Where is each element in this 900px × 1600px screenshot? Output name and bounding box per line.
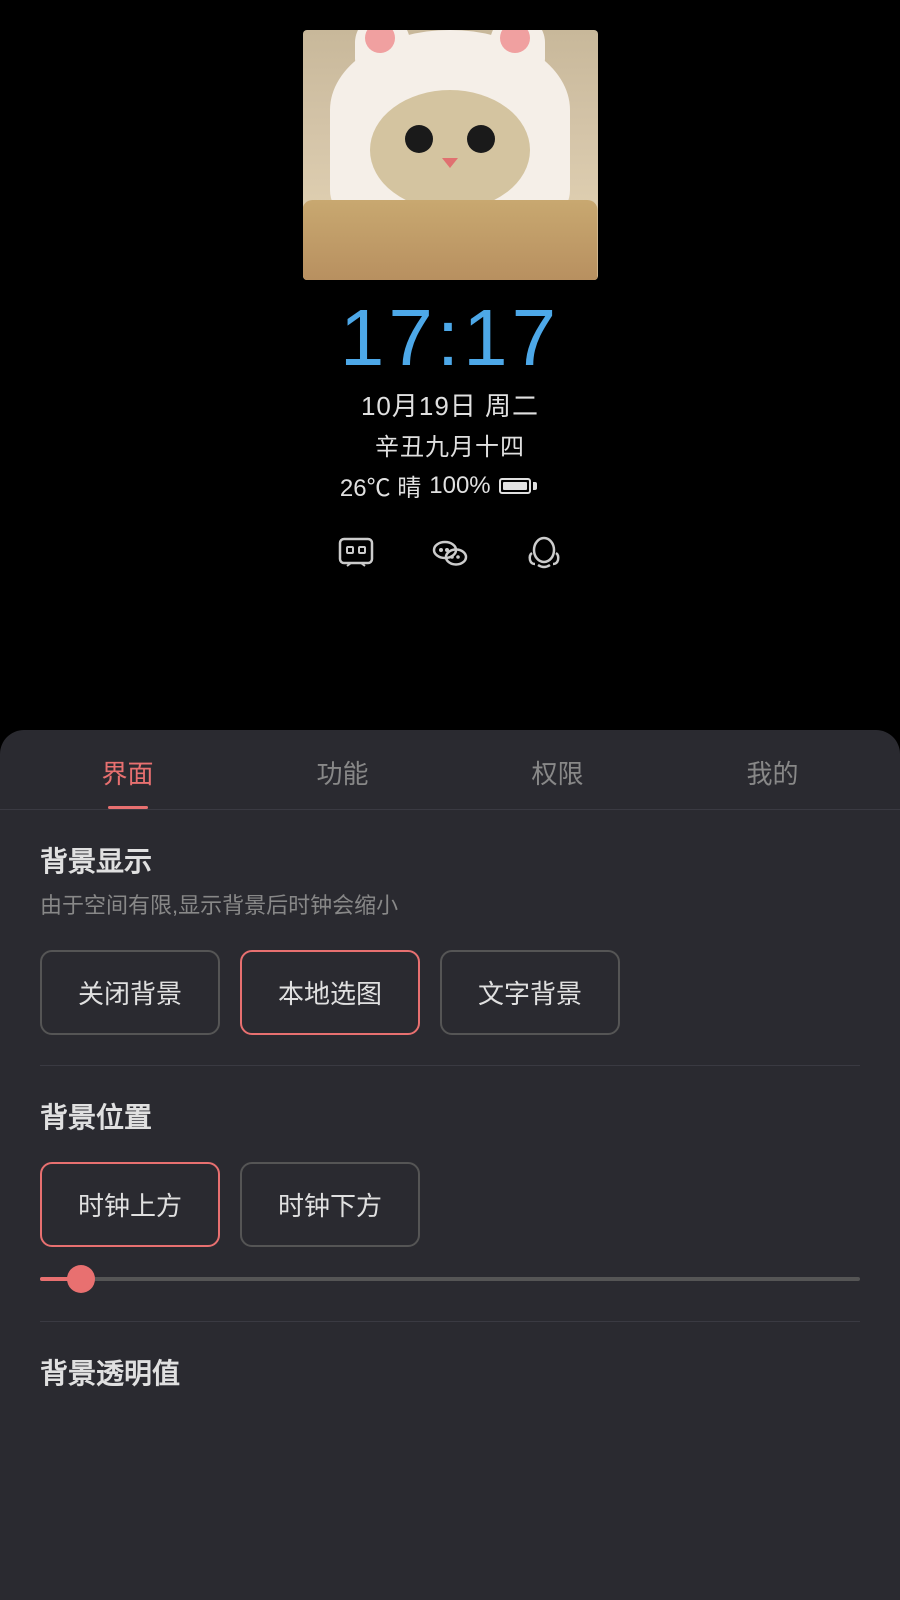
ear-inner-right <box>500 30 530 53</box>
bg-position-button-row: 时钟上方 时钟下方 <box>40 1162 860 1247</box>
cat-image-container <box>303 30 598 280</box>
bg-position-title: 背景位置 <box>40 1096 860 1136</box>
bg-position-section: 背景位置 时钟上方 时钟下方 <box>40 1096 860 1247</box>
bg-display-subtitle: 由于空间有限,显示背景后时钟会缩小 <box>40 888 860 920</box>
date-row1: 10月19日 周二 <box>340 386 560 423</box>
bg-display-title: 背景显示 <box>40 840 860 880</box>
cat-face <box>370 90 530 210</box>
bg-opacity-title: 背景透明值 <box>40 1352 860 1392</box>
tab-mine[interactable]: 我的 <box>665 754 880 809</box>
app-icons-row <box>334 531 566 575</box>
btn-local-img[interactable]: 本地选图 <box>240 950 420 1035</box>
cat-body <box>303 200 598 280</box>
wechat-icon <box>428 531 472 575</box>
divider-1 <box>40 1065 860 1066</box>
tab-permission[interactable]: 权限 <box>450 754 665 809</box>
weather-row: 26℃ 晴 100% <box>340 468 560 503</box>
phone-preview: 17:17 10月19日 周二 辛丑九月十四 26℃ 晴 100% <box>0 0 900 740</box>
cat-nose <box>442 158 458 168</box>
message-icon <box>334 531 378 575</box>
cat-image <box>303 30 598 280</box>
time-display: 17:17 10月19日 周二 辛丑九月十四 26℃ 晴 100% <box>340 298 560 503</box>
hood-ear-left <box>355 30 410 70</box>
btn-text-bg[interactable]: 文字背景 <box>440 950 620 1035</box>
divider-2 <box>40 1321 860 1322</box>
slider-track[interactable] <box>40 1277 860 1281</box>
cat-eye-right <box>467 125 495 153</box>
date-row2: 辛丑九月十四 <box>340 427 560 462</box>
battery-icon <box>499 478 537 494</box>
ear-inner-left <box>365 30 395 53</box>
qq-icon <box>522 531 566 575</box>
tab-interface[interactable]: 界面 <box>20 754 235 809</box>
battery-tip <box>533 482 537 490</box>
btn-below-clock[interactable]: 时钟下方 <box>240 1162 420 1247</box>
tab-bar: 界面 功能 权限 我的 <box>0 730 900 810</box>
weather-text: 26℃ 晴 <box>340 468 421 503</box>
battery-body <box>499 478 531 494</box>
battery-fill <box>503 482 527 490</box>
btn-close-bg[interactable]: 关闭背景 <box>40 950 220 1035</box>
btn-above-clock[interactable]: 时钟上方 <box>40 1162 220 1247</box>
bg-button-row: 关闭背景 本地选图 文字背景 <box>40 950 860 1035</box>
battery-percent: 100% <box>429 472 490 500</box>
settings-panel: 界面 功能 权限 我的 背景显示 由于空间有限,显示背景后时钟会缩小 关闭背景 … <box>0 730 900 1600</box>
hood-ear-right <box>490 30 545 70</box>
slider-thumb[interactable] <box>67 1265 95 1293</box>
cat-eye-left <box>405 125 433 153</box>
tab-function[interactable]: 功能 <box>235 754 450 809</box>
settings-content: 背景显示 由于空间有限,显示背景后时钟会缩小 关闭背景 本地选图 文字背景 背景… <box>0 810 900 1600</box>
slider-row <box>40 1267 860 1291</box>
clock-time: 17:17 <box>340 298 560 378</box>
